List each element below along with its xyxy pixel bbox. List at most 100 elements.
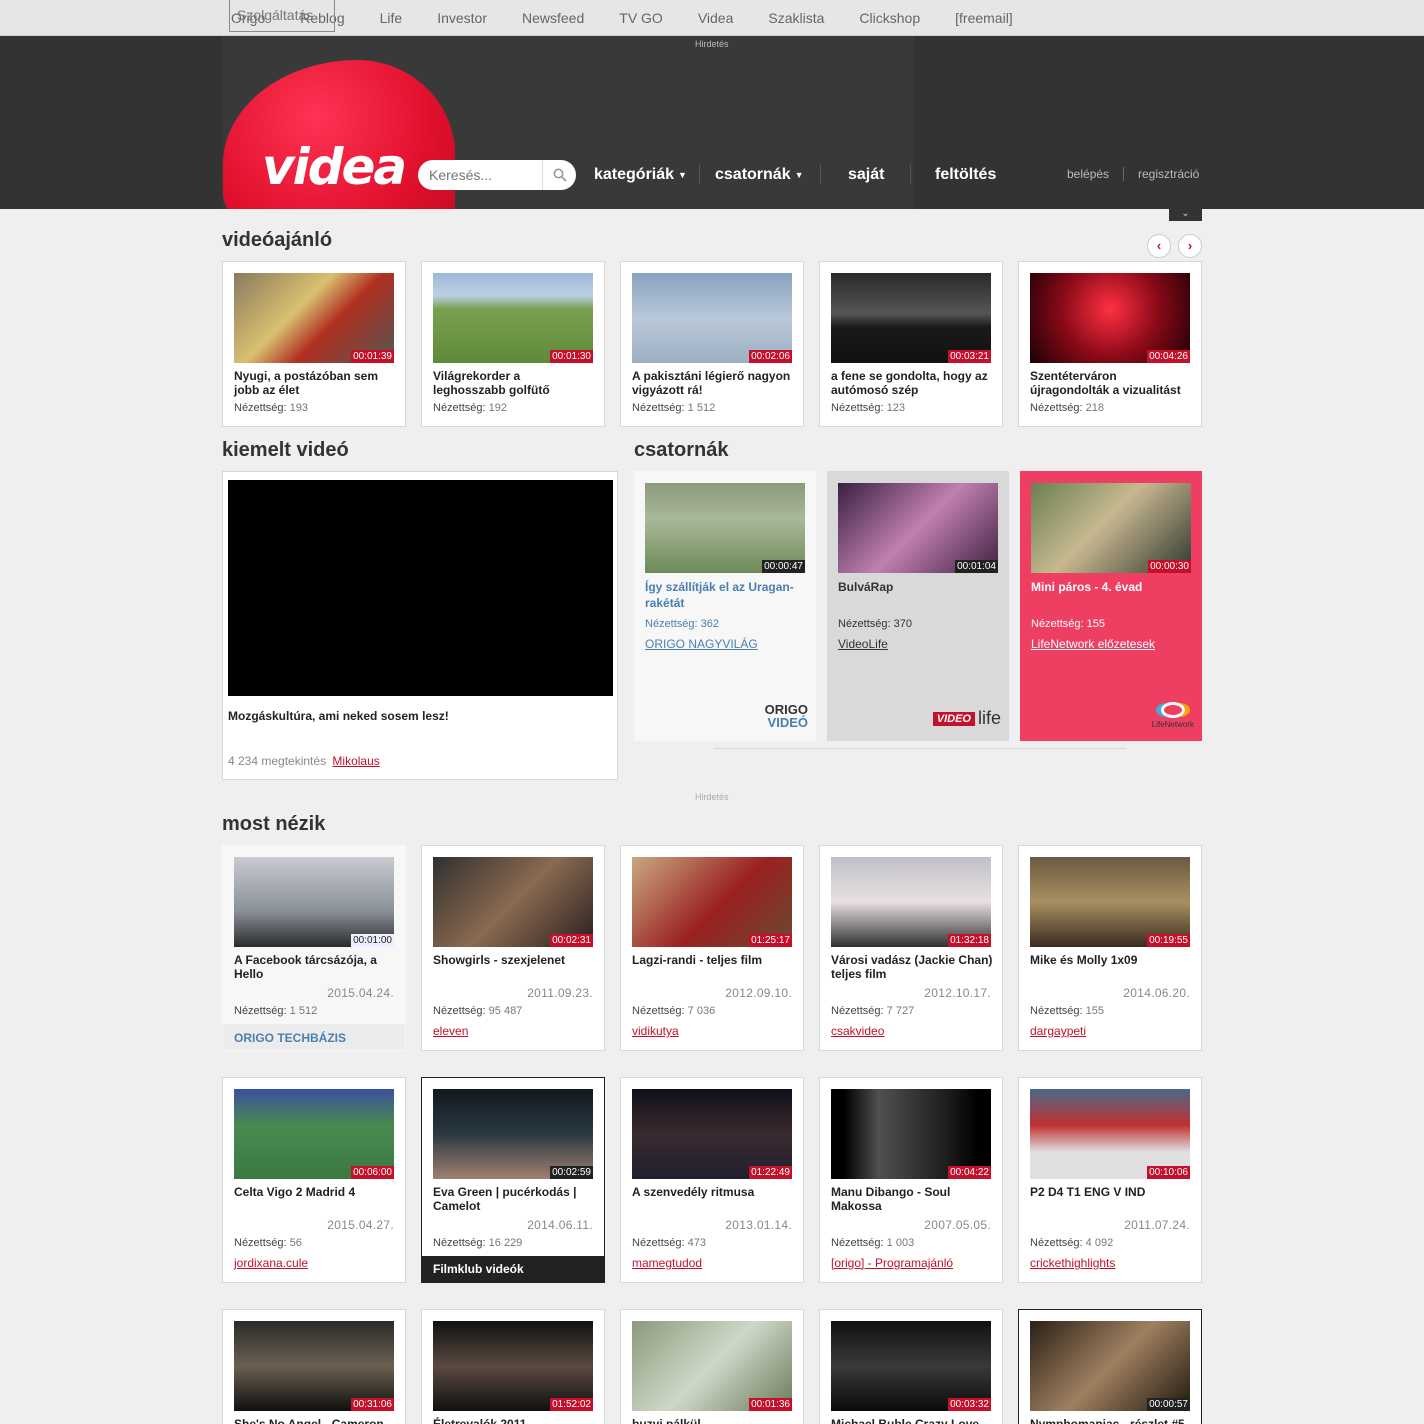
topnav-link-tvgo[interactable]: TV GO xyxy=(619,10,663,26)
video-title[interactable]: Celta Vigo 2 Madrid 4 xyxy=(234,1185,396,1199)
video-title[interactable]: Világrekorder a leghosszabb golfütő xyxy=(433,369,595,397)
video-thumbnail[interactable]: 00:02:31 xyxy=(433,857,593,947)
uploader-link[interactable]: vidikutya xyxy=(632,1024,679,1038)
video-title[interactable]: BulváRap xyxy=(838,579,998,595)
video-card[interactable]: 00:06:00 Celta Vigo 2 Madrid 4 2015.04.27.… xyxy=(222,1077,406,1283)
uploader-link[interactable]: csakvideo xyxy=(831,1024,884,1038)
video-player[interactable] xyxy=(228,480,613,696)
video-card[interactable]: 01:25:17 Lagzi-randi - teljes film 2012.09… xyxy=(620,845,804,1051)
video-thumbnail[interactable]: 00:06:00 xyxy=(234,1089,394,1179)
videa-logo[interactable]: videa xyxy=(262,138,407,196)
video-thumbnail[interactable]: 00:03:21 xyxy=(831,273,991,363)
topnav-link-life[interactable]: Life xyxy=(380,10,403,26)
video-thumbnail[interactable]: 00:03:32 xyxy=(831,1321,991,1411)
video-thumbnail[interactable]: 00:01:04 xyxy=(838,483,998,573)
uploader-link[interactable]: [origo] - Programajánló xyxy=(831,1256,953,1270)
video-card[interactable]: 00:01:00 A Facebook tárcsázója, a Hello 20… xyxy=(222,845,406,1051)
video-title[interactable]: She's No Angel - Cameron xyxy=(234,1417,396,1424)
video-thumbnail[interactable]: 00:01:39 xyxy=(234,273,394,363)
video-card[interactable]: 01:22:49 A szenvedély ritmusa 2013.01.14. N… xyxy=(620,1077,804,1283)
video-card[interactable]: 00:03:21 a fene se gondolta, hogy az autó… xyxy=(819,261,1003,427)
channel-link[interactable]: ORIGO NAGYVILÁG xyxy=(645,637,758,651)
video-card[interactable]: 00:04:26 Szentéterváron újragondolták a v… xyxy=(1018,261,1202,427)
video-title[interactable]: A pakisztáni légierő nagyon vigyázott rá… xyxy=(632,369,794,397)
video-title[interactable]: Városi vadász (Jackie Chan) teljes film xyxy=(831,953,993,981)
channel-logo[interactable]: ORIGO VIDEÓ xyxy=(765,703,808,729)
video-title[interactable]: buzyi pálkül xyxy=(632,1417,794,1424)
video-thumbnail[interactable]: 00:01:30 xyxy=(433,273,593,363)
video-card[interactable]: 00:02:59 Eva Green | pucérkodás | Camelot… xyxy=(421,1077,605,1283)
topnav-link-clickshop[interactable]: Clickshop xyxy=(859,10,920,26)
search-button[interactable] xyxy=(542,160,576,190)
channel-link[interactable]: LifeNetwork előzetesek xyxy=(1031,637,1155,651)
video-thumbnail[interactable]: 00:02:06 xyxy=(632,273,792,363)
video-title[interactable]: Nyugi, a postázóban sem jobb az élet xyxy=(234,369,396,397)
video-title[interactable]: Életrevalók 2011 xyxy=(433,1417,595,1424)
featured-uploader-link[interactable]: Mikolaus xyxy=(332,754,379,768)
topnav-link-investor[interactable]: Investor xyxy=(437,10,487,26)
video-card[interactable]: 00:19:55 Mike és Molly 1x09 2014.06.20. Néz… xyxy=(1018,845,1202,1051)
video-card[interactable]: 00:01:30 Világrekorder a leghosszabb golf… xyxy=(421,261,605,427)
services-dropdown[interactable]: Szolgáltatás xyxy=(229,0,335,32)
video-thumbnail[interactable]: 00:00:47 xyxy=(645,483,805,573)
nav-channels[interactable]: csatornák ▼ xyxy=(715,164,804,186)
search-input[interactable] xyxy=(418,160,540,190)
nav-categories[interactable]: kategóriák ▼ xyxy=(594,164,687,186)
channel-link[interactable]: ORIGO TECHBÁZIS xyxy=(223,1024,405,1050)
carousel-prev-button[interactable]: ‹ xyxy=(1147,234,1171,258)
video-card[interactable]: 01:32:18 Városi vadász (Jackie Chan) telj… xyxy=(819,845,1003,1051)
nav-upload[interactable]: feltöltés xyxy=(935,164,996,186)
video-thumbnail[interactable]: 00:10:06 xyxy=(1030,1089,1190,1179)
video-title[interactable]: A szenvedély ritmusa xyxy=(632,1185,794,1199)
video-card[interactable]: 00:02:31 Showgirls - szexjelenet 2011.09.2… xyxy=(421,845,605,1051)
video-thumbnail[interactable]: 01:25:17 xyxy=(632,857,792,947)
video-title[interactable]: A Facebook tárcsázója, a Hello xyxy=(234,953,396,981)
video-title[interactable]: Showgirls - szexjelenet xyxy=(433,953,595,967)
channel-logo[interactable]: VIDEO life xyxy=(932,708,1001,729)
video-title[interactable]: Michael Buble Crazy Love xyxy=(831,1417,993,1424)
video-card[interactable]: 00:01:36 buzyi pálkül xyxy=(620,1309,804,1424)
video-card[interactable]: 00:31:06 She's No Angel - Cameron xyxy=(222,1309,406,1424)
uploader-link[interactable]: eleven xyxy=(433,1024,468,1038)
topnav-link-videa[interactable]: Videa xyxy=(698,10,734,26)
topnav-link-newsfeed[interactable]: Newsfeed xyxy=(522,10,584,26)
video-card[interactable]: 00:04:22 Manu Dibango - Soul Makossa 2007.… xyxy=(819,1077,1003,1283)
channel-link[interactable]: Filmklub videók xyxy=(422,1256,604,1282)
video-thumbnail[interactable]: 00:00:30 xyxy=(1031,483,1191,573)
video-thumbnail[interactable]: 00:04:26 xyxy=(1030,273,1190,363)
video-thumbnail[interactable]: 00:01:00 xyxy=(234,857,394,947)
video-card[interactable]: 00:00:57 Nymphomaniac - részlet #5 xyxy=(1018,1309,1202,1424)
video-thumbnail[interactable]: 00:01:36 xyxy=(632,1321,792,1411)
video-title[interactable]: P2 D4 T1 ENG V IND xyxy=(1030,1185,1192,1199)
video-card[interactable]: 00:02:06 A pakisztáni légierő nagyon vigy… xyxy=(620,261,804,427)
channel-link[interactable]: VideoLife xyxy=(838,637,888,651)
video-card[interactable]: 00:01:39 Nyugi, a postázóban sem jobb az … xyxy=(222,261,406,427)
channel-logo[interactable]: LifeNetwork xyxy=(1152,702,1194,729)
channel-card[interactable]: 00:01:04 BulváRap Nézettség: 370 VideoLife V… xyxy=(827,471,1009,741)
video-title[interactable]: Így szállítják el az Uragan-rakétát xyxy=(645,579,805,611)
topnav-link-freemail[interactable]: [freemail] xyxy=(955,10,1013,26)
uploader-link[interactable]: jordixana.cule xyxy=(234,1256,308,1270)
video-thumbnail[interactable]: 00:02:59 xyxy=(433,1089,593,1179)
video-thumbnail[interactable]: 01:52:02 xyxy=(433,1321,593,1411)
video-title[interactable]: Mini páros - 4. évad xyxy=(1031,579,1191,595)
video-card[interactable]: 00:10:06 P2 D4 T1 ENG V IND 2011.07.24. Néz… xyxy=(1018,1077,1202,1283)
video-thumbnail[interactable]: 00:19:55 xyxy=(1030,857,1190,947)
video-title[interactable]: Eva Green | pucérkodás | Camelot xyxy=(433,1185,595,1213)
video-thumbnail[interactable]: 00:31:06 xyxy=(234,1321,394,1411)
video-title[interactable]: Mike és Molly 1x09 xyxy=(1030,953,1192,967)
login-link[interactable]: belépés xyxy=(1067,167,1109,181)
featured-title[interactable]: Mozgáskultúra, ami neked sosem lesz! xyxy=(228,709,449,723)
collapse-header-button[interactable]: ⌄ xyxy=(1169,208,1202,221)
video-card[interactable]: 01:52:02 Életrevalók 2011 xyxy=(421,1309,605,1424)
nav-own[interactable]: saját xyxy=(848,164,884,186)
video-title[interactable]: Manu Dibango - Soul Makossa xyxy=(831,1185,993,1213)
video-title[interactable]: a fene se gondolta, hogy az autómosó szé… xyxy=(831,369,993,397)
video-title[interactable]: Lagzi-randi - teljes film xyxy=(632,953,794,967)
register-link[interactable]: regisztráció xyxy=(1138,167,1199,181)
carousel-next-button[interactable]: › xyxy=(1178,234,1202,258)
video-card[interactable]: 00:03:32 Michael Buble Crazy Love xyxy=(819,1309,1003,1424)
uploader-link[interactable]: mamegtudod xyxy=(632,1256,702,1270)
video-thumbnail[interactable]: 01:22:49 xyxy=(632,1089,792,1179)
topnav-link-szaklista[interactable]: Szaklista xyxy=(768,10,824,26)
